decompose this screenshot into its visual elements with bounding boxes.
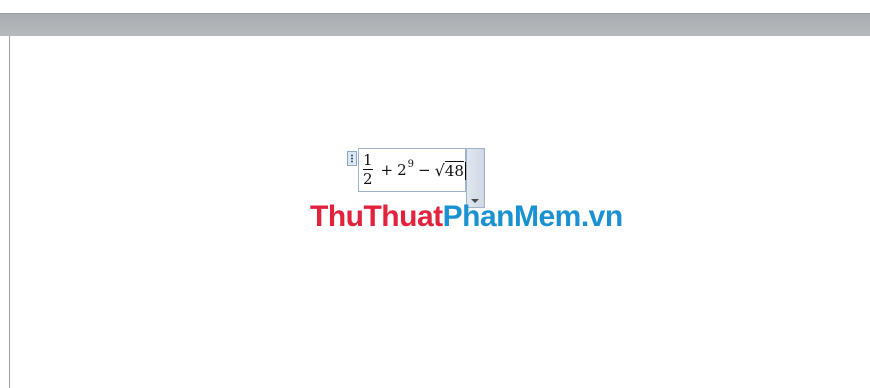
minus-operator: − [418,161,431,179]
fraction-denominator: 2 [363,170,373,188]
fraction: 1 2 [362,153,374,187]
watermark-part-1: ThuThuat [310,200,443,233]
window-top-edge [0,0,870,13]
equation-move-handle-icon[interactable] [347,151,357,166]
equation-options-button[interactable] [466,148,485,208]
power-base: 2 [397,161,407,179]
text-cursor [464,162,466,180]
watermark-part-2: PhanMem.vn [442,200,624,233]
fraction-numerator: 1 [363,151,373,169]
page-left-border [9,36,10,388]
plus-operator: + [380,161,394,179]
watermark-logo: ThuThuatPhanMem.vn [310,200,623,234]
equation-content[interactable]: 1 2 + 2 9 − √ 48 [362,150,466,190]
grip-dots [351,154,353,163]
radical-sign: √ [434,160,445,180]
square-root: √ 48 [435,161,464,180]
radicand: 48 [444,161,464,180]
ruler-bar [0,13,870,36]
power-exponent: 9 [407,158,415,170]
